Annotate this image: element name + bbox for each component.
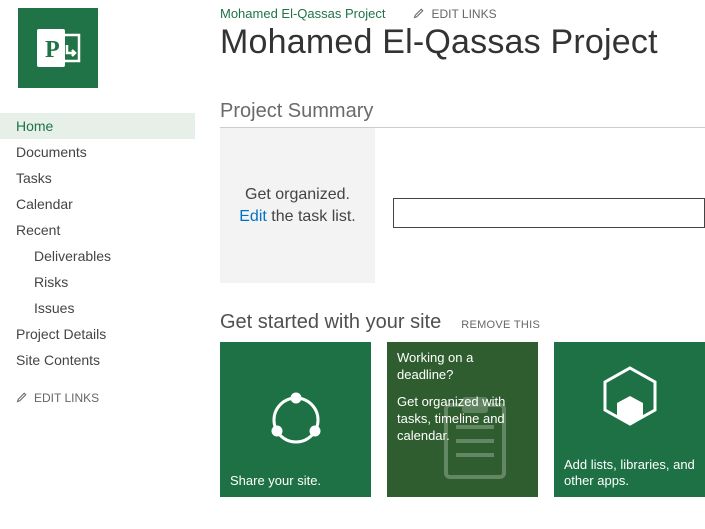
tile-deadline[interactable]: Working on a deadline? Get organized wit… [387, 342, 538, 497]
project-logo-icon: P [33, 23, 83, 73]
nav-issues[interactable]: Issues [0, 295, 195, 321]
tile-add-apps-caption: Add lists, libraries, and other apps. [564, 457, 695, 490]
nav-calendar[interactable]: Calendar [0, 191, 195, 217]
nav-recent-header: Recent [0, 217, 195, 243]
tile-deadline-heading: Working on a deadline? [397, 350, 528, 384]
nav-tasks[interactable]: Tasks [0, 165, 195, 191]
summary-promo-edit-link[interactable]: Edit [239, 208, 267, 225]
tile-share-caption: Share your site. [230, 473, 361, 489]
pencil-icon [16, 391, 28, 403]
breadcrumb[interactable]: Mohamed El-Qassas Project [220, 6, 385, 21]
get-started-tiles: Share your site. Working on a deadline? [220, 342, 705, 497]
nav-site-contents[interactable]: Site Contents [0, 347, 195, 373]
svg-text:P: P [45, 37, 60, 63]
get-started-title: Get started with your site [220, 311, 441, 334]
summary-promo-post: the task list. [267, 208, 356, 225]
nav-documents[interactable]: Documents [0, 139, 195, 165]
project-logo: P [18, 8, 98, 88]
summary-promo-pre: Get organized. [245, 186, 350, 203]
tile-share-site[interactable]: Share your site. [220, 342, 371, 497]
side-nav: Home Documents Tasks Calendar Recent Del… [0, 113, 195, 373]
edit-links-side[interactable]: EDIT LINKS [0, 391, 195, 405]
summary-promo: Get organized. Edit the task list. [220, 128, 375, 283]
nav-risks[interactable]: Risks [0, 269, 195, 295]
tile-deadline-desc: Get organized with tasks, timeline and c… [397, 394, 528, 445]
remove-this-link[interactable]: REMOVE THIS [461, 319, 540, 331]
edit-links-top[interactable]: EDIT LINKS [413, 7, 496, 21]
nav-home[interactable]: Home [0, 113, 195, 139]
tile-add-apps[interactable]: Add lists, libraries, and other apps. [554, 342, 705, 497]
project-summary-title: Project Summary [220, 100, 705, 128]
pencil-icon [413, 7, 425, 19]
nav-project-details[interactable]: Project Details [0, 321, 195, 347]
page-title: Mohamed El-Qassas Project [220, 23, 705, 62]
edit-links-side-label: EDIT LINKS [34, 391, 99, 405]
nav-deliverables[interactable]: Deliverables [0, 243, 195, 269]
edit-links-top-label: EDIT LINKS [431, 7, 496, 21]
timeline-box[interactable] [393, 198, 705, 228]
